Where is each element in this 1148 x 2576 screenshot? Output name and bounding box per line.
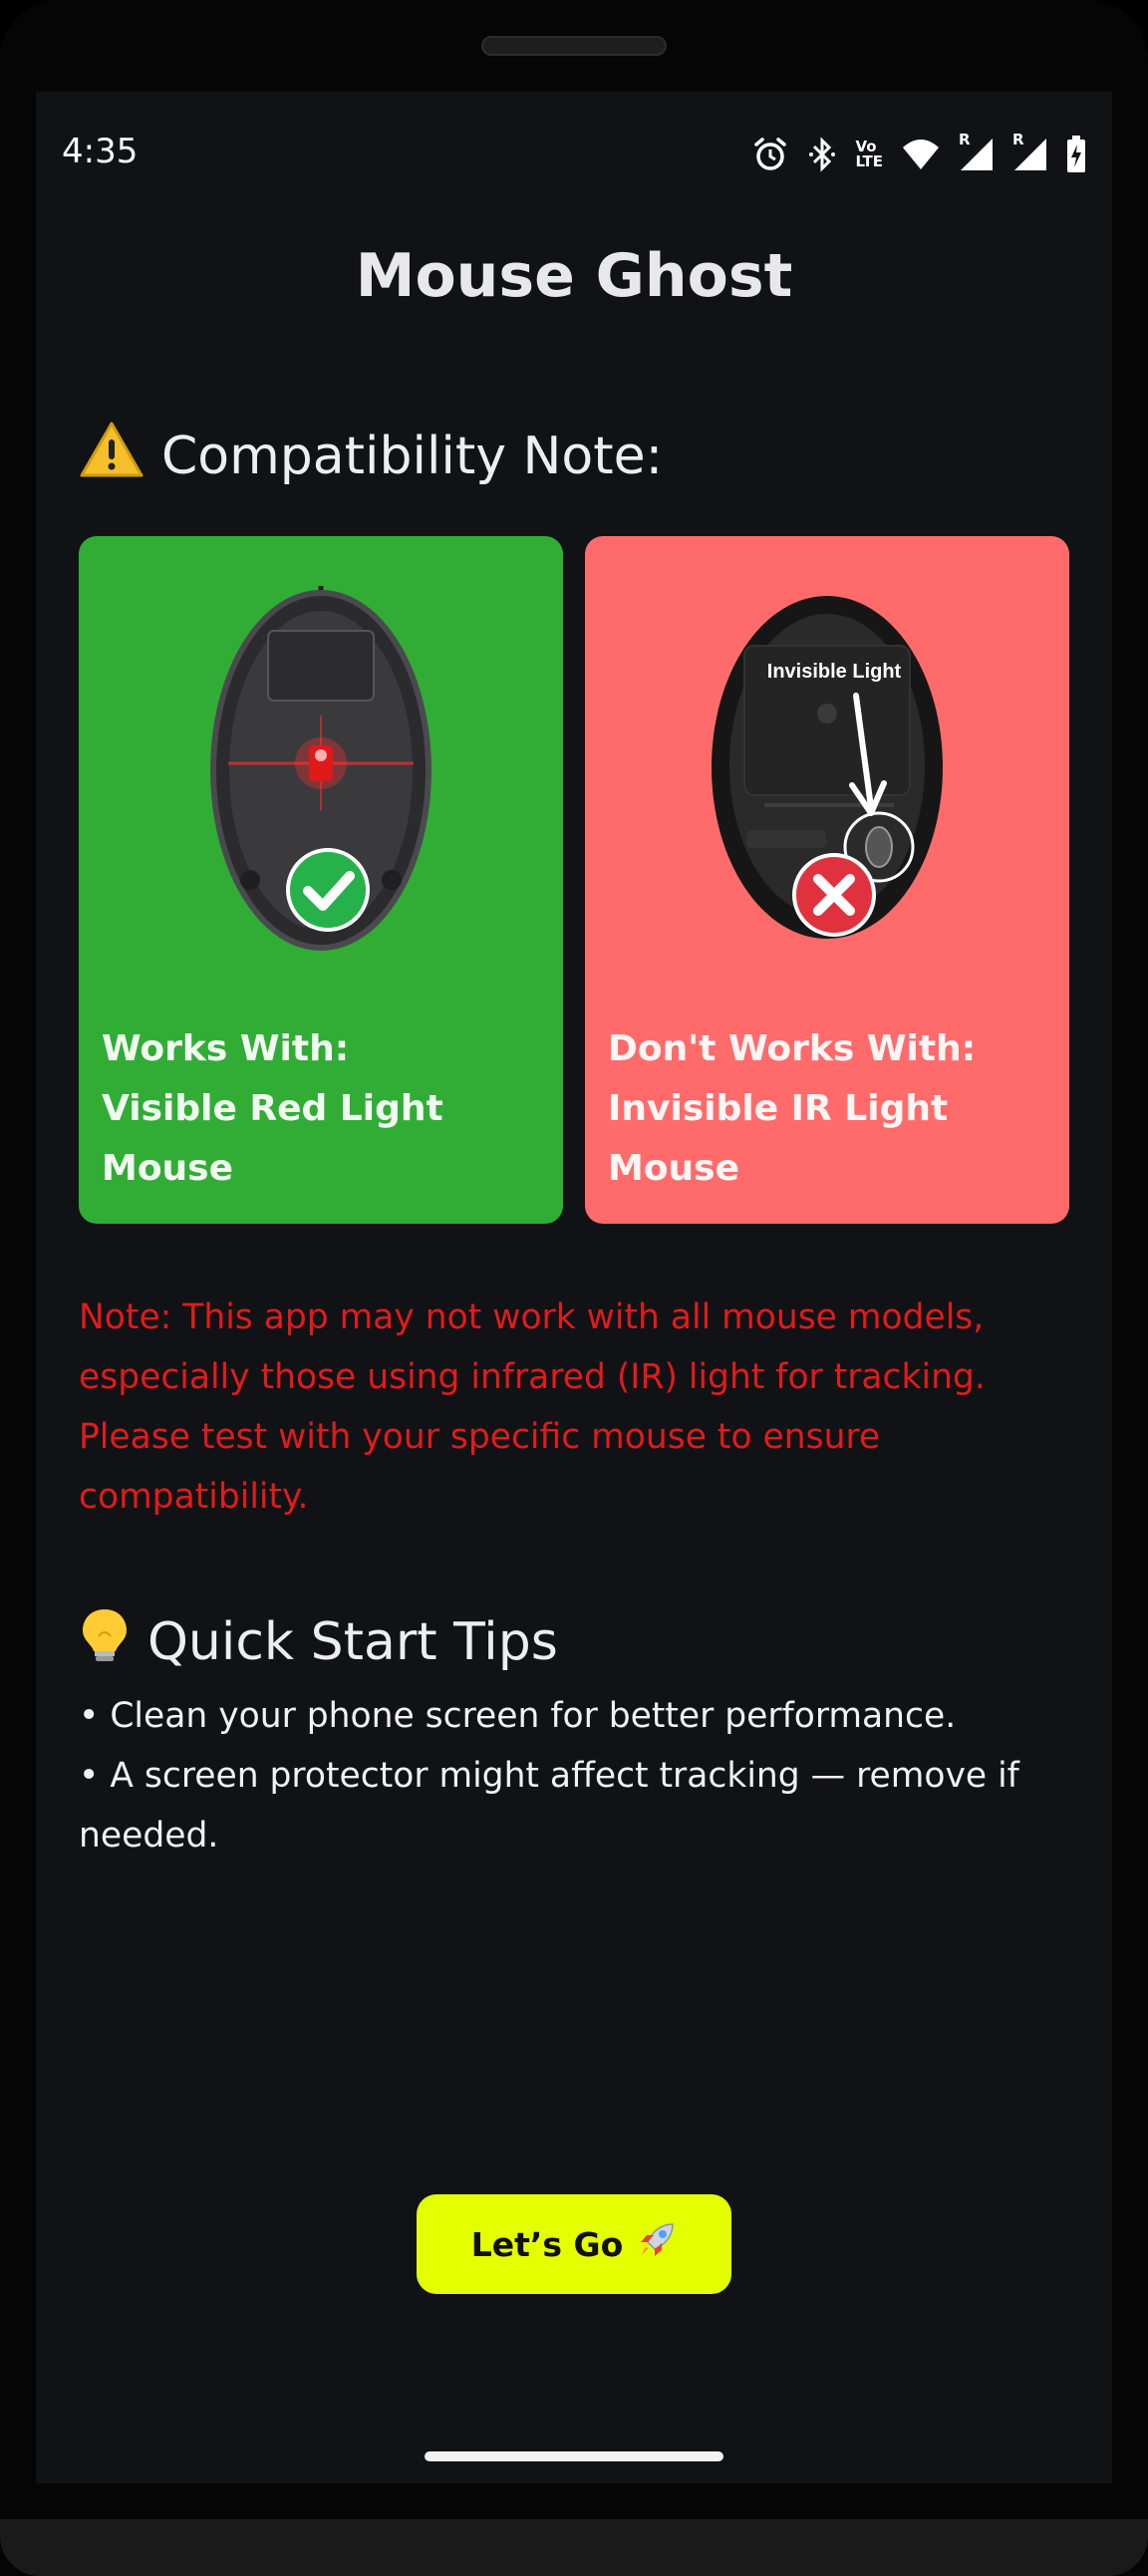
app-screen: 4:35 Vo LTE R R Mouse Ghost Compatibilit…: [36, 92, 1112, 2483]
bluetooth-icon: [807, 136, 837, 173]
works-with-caption: Works With: Visible Red Light Mouse: [102, 1019, 540, 1199]
works-with-title: Works With:: [102, 1028, 350, 1069]
phone-bottom-bezel: [0, 2519, 1148, 2576]
quick-start-heading: Quick Start Tips: [80, 1606, 558, 1677]
works-with-line-3: Mouse: [102, 1148, 234, 1189]
app-title: Mouse Ghost: [355, 241, 793, 311]
red-light-mouse-image: [210, 586, 431, 951]
roaming-label: R: [1012, 131, 1024, 148]
earpiece-speaker: [481, 36, 667, 56]
tip-item: • Clean your phone screen for better per…: [79, 1696, 957, 1736]
not-works-with-line-2: Invisible IR Light: [608, 1088, 949, 1129]
compatibility-heading-label: Compatibility Note:: [161, 426, 664, 486]
quick-start-heading-label: Quick Start Tips: [147, 1611, 558, 1672]
compatibility-heading: Compatibility Note:: [80, 421, 663, 491]
home-indicator[interactable]: [425, 2451, 723, 2461]
ir-light-mouse-image: Invisible Light: [712, 596, 943, 939]
compatibility-note-text: Note: This app may not work with all mou…: [79, 1297, 986, 1517]
lets-go-button[interactable]: Let’s Go: [417, 2194, 731, 2294]
works-with-line-2: Visible Red Light: [102, 1088, 443, 1129]
status-time: 4:35: [62, 132, 139, 171]
volte-bottom-label: LTE: [855, 152, 883, 170]
works-with-card: Works With: Visible Red Light Mouse: [79, 536, 563, 1224]
roaming-label: R: [959, 131, 971, 148]
not-works-with-line-3: Mouse: [608, 1148, 740, 1189]
rocket-icon: [637, 2220, 677, 2268]
not-works-with-caption: Don't Works With: Invisible IR Light Mou…: [608, 1019, 1046, 1199]
lightbulb-icon: [80, 1606, 130, 1677]
signal-icon: R: [959, 131, 995, 172]
status-icons: Vo LTE R R: [751, 131, 1086, 173]
not-works-with-card: Invisible Light Don't Works With: Invisi…: [585, 536, 1069, 1224]
alarm-icon: [751, 136, 789, 173]
lets-go-label: Let’s Go: [470, 2224, 624, 2264]
invisible-light-label: Invisible Light: [767, 661, 902, 683]
signal-icon: R: [1012, 131, 1048, 172]
tip-item: • A screen protector might affect tracki…: [79, 1756, 1019, 1856]
wifi-icon: [901, 138, 941, 171]
battery-charging-icon: [1066, 136, 1086, 173]
warning-icon: [80, 421, 144, 491]
status-bar: 4:35 Vo LTE R R: [36, 92, 1112, 221]
not-works-with-title: Don't Works With:: [608, 1028, 977, 1069]
volte-icon: Vo LTE: [855, 140, 883, 169]
phone-frame: 4:35 Vo LTE R R Mouse Ghost Compatibilit…: [0, 0, 1148, 2576]
